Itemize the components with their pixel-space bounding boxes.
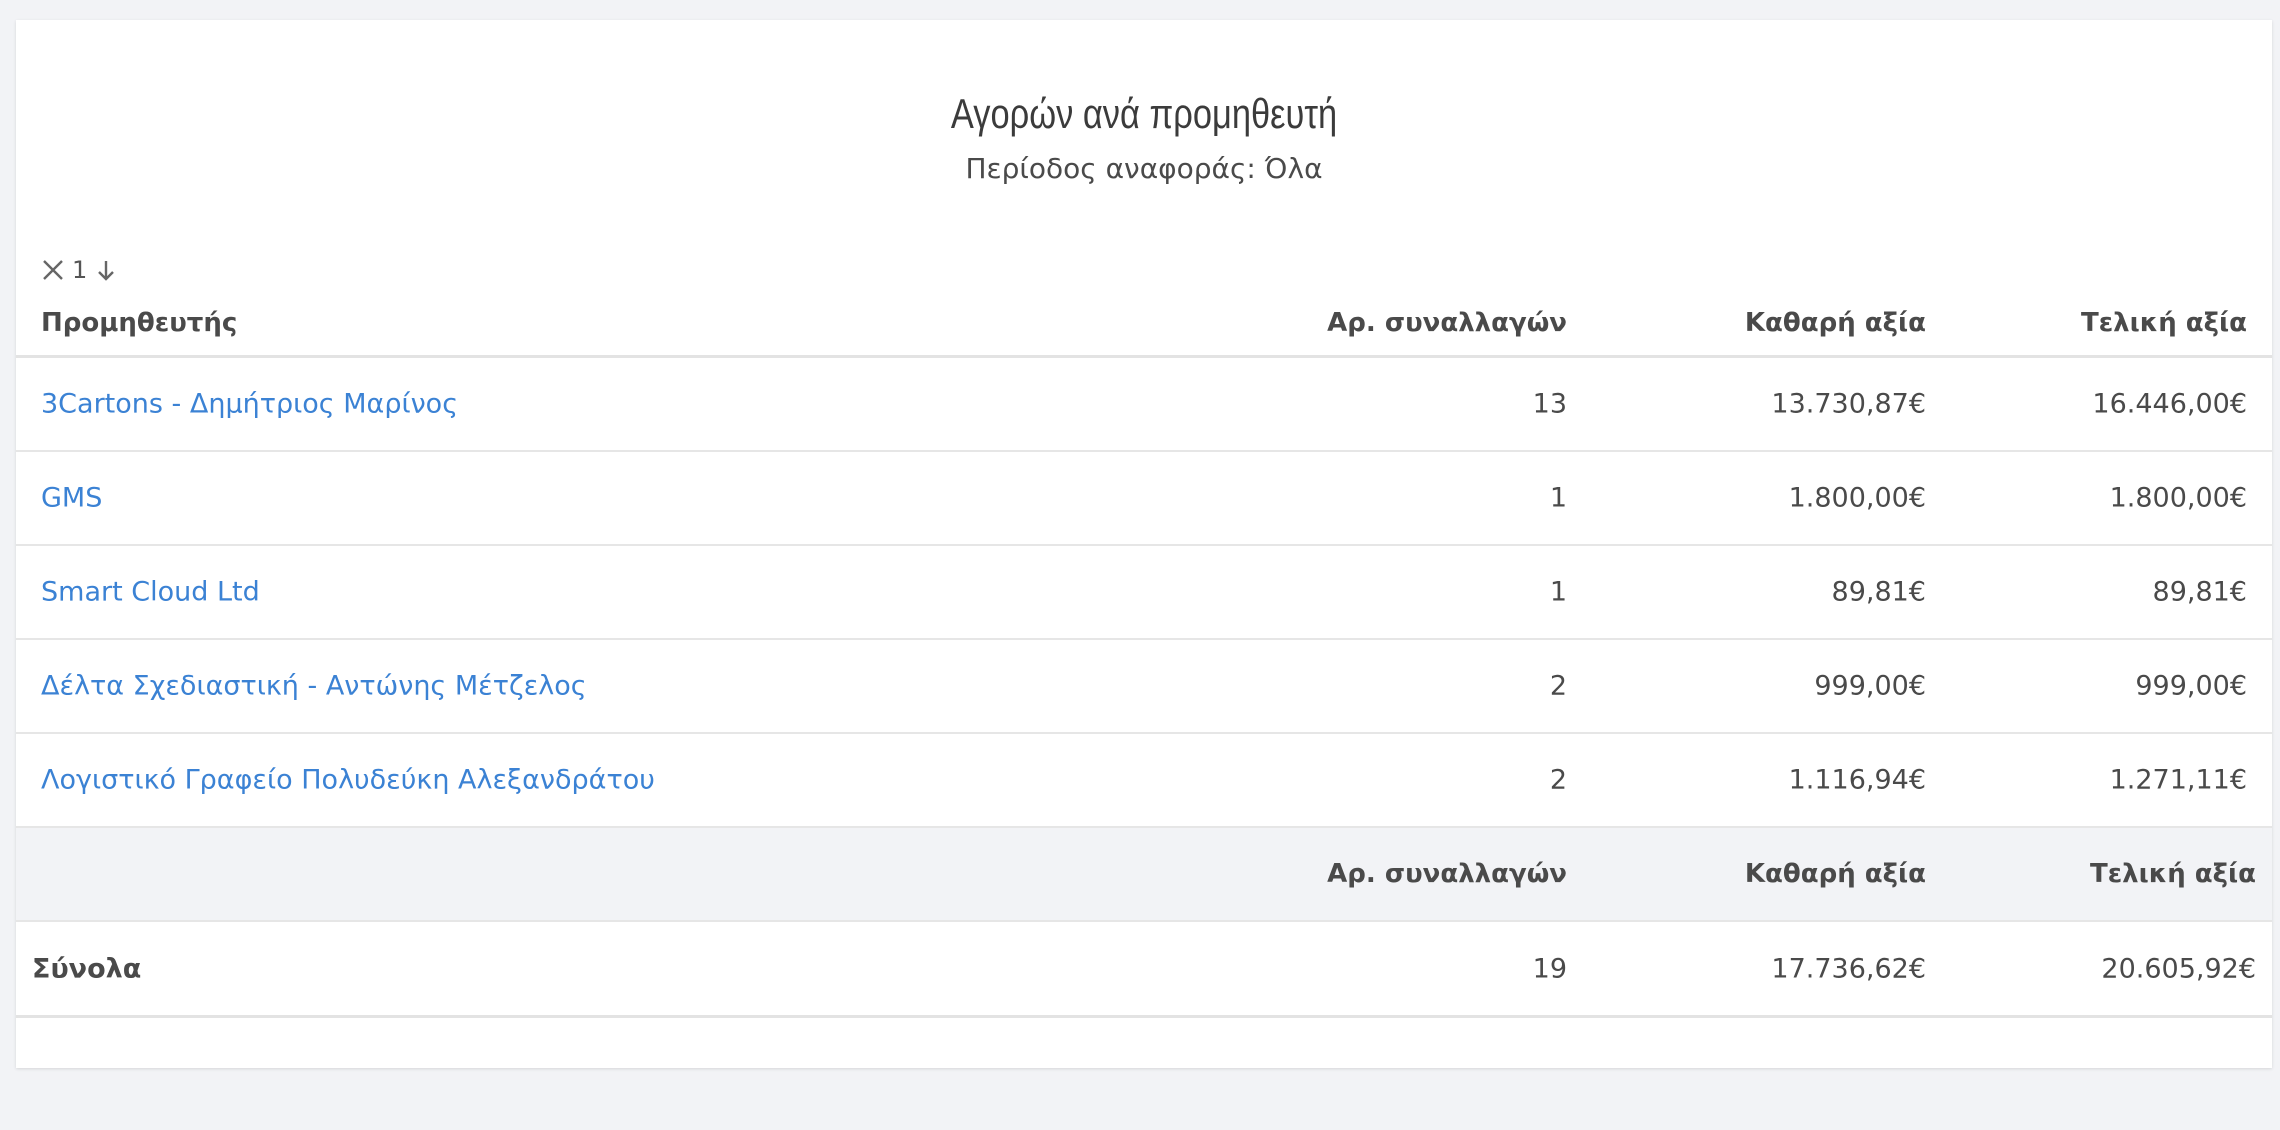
clear-sort-icon[interactable] xyxy=(40,257,66,283)
final-value: 1.271,11€ xyxy=(2109,764,2247,796)
final-value: 999,00€ xyxy=(2135,670,2247,702)
totals-final-label: Τελική αξία xyxy=(2089,859,2256,889)
totals-row: Σύνολα 19 17.736,62€ 20.605,92€ xyxy=(16,922,2272,1018)
net-value: 1.116,94€ xyxy=(1788,764,1926,796)
final-value: 89,81€ xyxy=(2152,576,2247,608)
report-title: Αγορών ανά προμηθευτή xyxy=(950,90,1338,137)
transaction-count: 1 xyxy=(1549,482,1567,514)
transaction-count: 2 xyxy=(1549,764,1567,796)
column-header-supplier[interactable]: Προμηθευτής xyxy=(41,308,237,338)
table-row: Λογιστικό Γραφείο Πολυδεύκη Αλεξανδράτου… xyxy=(16,734,2272,828)
final-value: 1.800,00€ xyxy=(2109,482,2247,514)
column-header-final[interactable]: Τελική αξία xyxy=(2081,308,2247,338)
totals-count-label: Αρ. συναλλαγών xyxy=(1327,859,1567,889)
total-final: 20.605,92€ xyxy=(2101,953,2256,984)
supplier-link[interactable]: Λογιστικό Γραφείο Πολυδεύκη Αλεξανδράτου xyxy=(41,765,655,796)
totals-net-label: Καθαρή αξία xyxy=(1744,859,1926,889)
column-header-net[interactable]: Καθαρή αξία xyxy=(1745,308,1926,338)
totals-header: Αρ. συναλλαγών Καθαρή αξία Τελική αξία xyxy=(16,828,2272,922)
supplier-link[interactable]: GMS xyxy=(41,483,102,514)
transaction-count: 1 xyxy=(1549,576,1567,608)
arrow-down-icon[interactable] xyxy=(93,257,119,283)
report-period: Περίοδος αναφοράς: Όλα xyxy=(965,152,1323,185)
net-value: 999,00€ xyxy=(1814,670,1926,702)
table-row: 3Cartons - Δημήτριος Μαρίνος 13 13.730,8… xyxy=(16,358,2272,452)
transaction-count: 2 xyxy=(1549,670,1567,702)
net-value: 1.800,00€ xyxy=(1788,482,1926,514)
table-row: GMS 1 1.800,00€ 1.800,00€ xyxy=(16,452,2272,546)
table-header: Προμηθευτής Αρ. συναλλαγών Καθαρή αξία Τ… xyxy=(16,290,2272,358)
supplier-link[interactable]: 3Cartons - Δημήτριος Μαρίνος xyxy=(41,389,458,420)
column-header-count[interactable]: Αρ. συναλλαγών xyxy=(1327,308,1567,338)
total-count: 19 xyxy=(1532,953,1567,984)
supplier-link[interactable]: Smart Cloud Ltd xyxy=(41,577,260,608)
report-card: Αγορών ανά προμηθευτή Περίοδος αναφοράς:… xyxy=(16,20,2272,1068)
sort-indicator: 1 xyxy=(40,250,119,290)
table-row: Δέλτα Σχεδιαστική - Αντώνης Μέτζελος 2 9… xyxy=(16,640,2272,734)
total-net: 17.736,62€ xyxy=(1771,953,1926,984)
final-value: 16.446,00€ xyxy=(2092,388,2247,420)
transaction-count: 13 xyxy=(1532,388,1567,420)
table-row: Smart Cloud Ltd 1 89,81€ 89,81€ xyxy=(16,546,2272,640)
totals-label: Σύνολα xyxy=(32,953,142,984)
net-value: 89,81€ xyxy=(1831,576,1926,608)
net-value: 13.730,87€ xyxy=(1771,388,1926,420)
sort-level: 1 xyxy=(72,256,88,284)
supplier-link[interactable]: Δέλτα Σχεδιαστική - Αντώνης Μέτζελος xyxy=(41,671,587,702)
